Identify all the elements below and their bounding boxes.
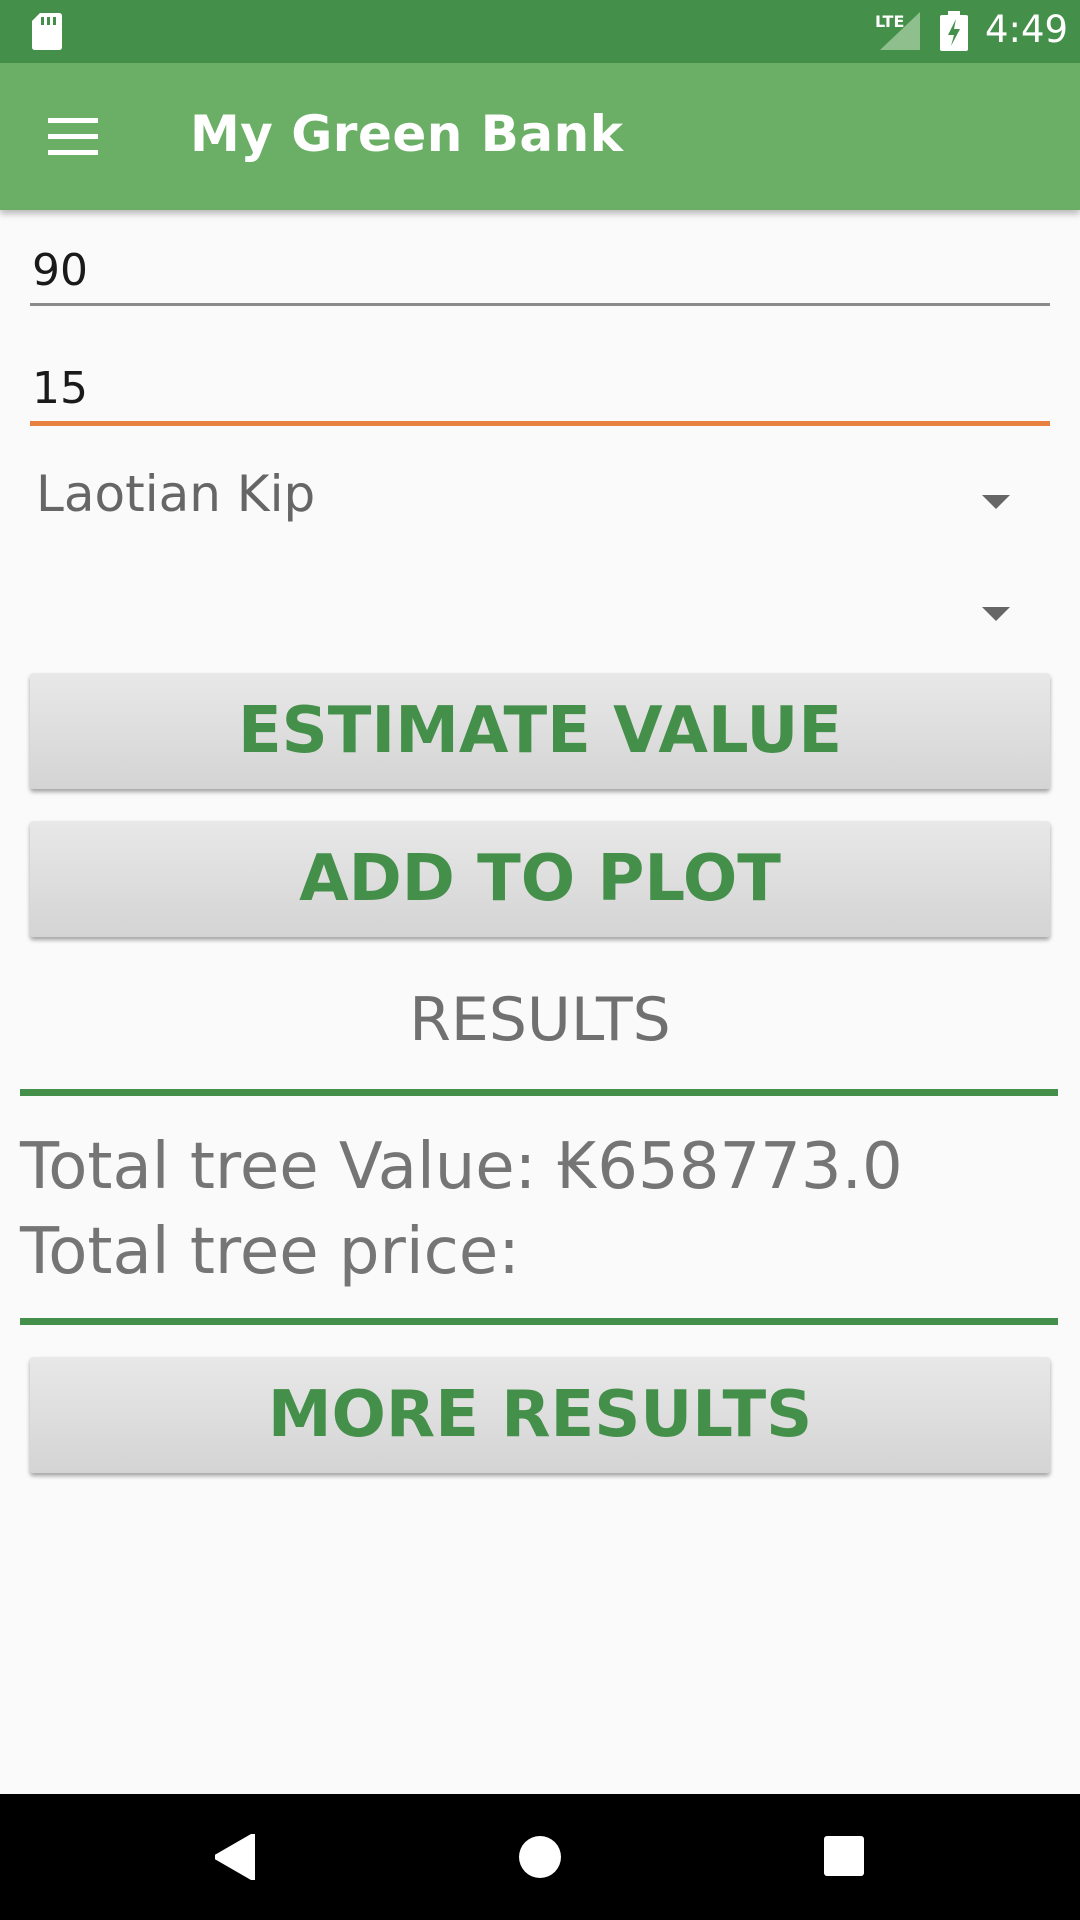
status-bar: LTE 4:49 (0, 0, 1080, 63)
results-heading: RESULTS (409, 985, 671, 1055)
total-tree-price: Total tree price: (20, 1215, 520, 1289)
results-divider-bottom (20, 1318, 1058, 1325)
navigation-bar (0, 1794, 1080, 1920)
currency-dropdown-value: Laotian Kip (36, 465, 316, 523)
home-icon[interactable] (519, 1836, 561, 1878)
back-icon[interactable] (215, 1834, 255, 1880)
currency-dropdown[interactable]: Laotian Kip (30, 445, 1050, 545)
more-results-button[interactable]: MORE RESULTS (30, 1357, 1050, 1473)
battery-charging-icon (940, 11, 968, 51)
dropdown-arrow-icon (982, 495, 1010, 509)
clock: 4:49 (985, 8, 1069, 51)
estimate-value-button[interactable]: ESTIMATE VALUE (30, 673, 1050, 789)
add-to-plot-button[interactable]: ADD TO PLOT (30, 821, 1050, 937)
number-field-2-value: 15 (32, 363, 88, 414)
app-bar: My Green Bank (0, 63, 1080, 210)
secondary-dropdown[interactable] (30, 557, 1050, 657)
field-underline-focused (30, 421, 1050, 426)
number-field-2[interactable]: 15 (30, 353, 1050, 433)
dropdown-arrow-icon (982, 607, 1010, 621)
signal-icon (880, 12, 920, 50)
total-tree-value: Total tree Value: ₭658773.0 (20, 1130, 903, 1204)
app-title: My Green Bank (190, 105, 624, 163)
recents-icon[interactable] (824, 1836, 864, 1876)
sd-card-icon (32, 13, 62, 50)
number-field-1-value: 90 (32, 245, 88, 296)
menu-icon[interactable] (48, 118, 98, 156)
number-field-1[interactable]: 90 (30, 235, 1050, 310)
results-divider-top (20, 1089, 1058, 1096)
field-underline (30, 303, 1050, 306)
